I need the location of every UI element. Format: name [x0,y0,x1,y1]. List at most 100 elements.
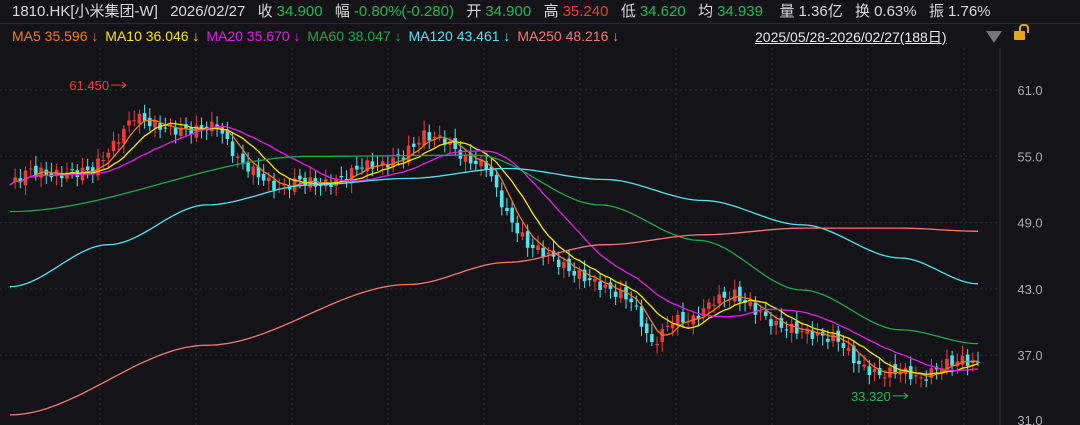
turnover-value: 0.63% [874,3,917,20]
ma-line-ma60 [9,154,979,345]
candle-body [505,207,509,212]
candlestick-chart: 61.0 55.0 49.0 43.0 37.0 31.0 61.450 33.320 [0,48,1043,425]
candle-body [572,270,577,276]
date-range[interactable]: 2025/05/28-2026/02/27(188日) [755,27,946,47]
candle-body [800,330,804,332]
candle-body [738,286,742,302]
candle-body [525,231,530,248]
candle-body [603,284,608,288]
turnover-label: 换 [855,3,871,20]
amplitude-label: 振 [928,3,944,20]
y-tick-label: 61.0 [1017,83,1042,98]
candle-body [251,166,256,175]
annotation-label: 61.450 [69,78,109,93]
candle-body [862,364,866,367]
candle-body [267,177,271,182]
candle-body [163,127,168,129]
unlock-icon[interactable] [1014,24,1029,40]
candle-body [634,305,639,307]
high-value: 35.240 [562,3,609,20]
candle-body [650,334,654,343]
candle-body [298,175,302,180]
candle-body [494,174,499,188]
candle-body [846,347,851,351]
candle-body [70,169,74,171]
candle-body [101,160,105,162]
open-value: 34.900 [485,3,532,20]
candle-body [857,360,861,365]
candle-body [241,153,245,163]
candle-body [531,244,535,249]
candle-body [515,222,520,234]
high-label: 高 [543,3,559,20]
candle-body [28,168,33,170]
volume-value: 1.36亿 [798,3,843,20]
candle-body [665,325,670,327]
candle-body [826,338,830,342]
avg-value: 34.939 [717,3,763,20]
candle-body [748,301,753,306]
candle-body [593,278,597,282]
candle-body [556,259,561,268]
candle-body [230,141,235,157]
candle-body [841,343,846,349]
candle-body [261,173,266,181]
candle-body [422,130,426,146]
candle-body [453,138,457,150]
ma-legend-item: MA20 35.670 ↓ [206,28,305,44]
ma-legend-item: MA250 48.216 ↓ [517,28,620,44]
candle-body [639,306,644,327]
y-tick-label: 43.0 [1017,282,1042,297]
candle-body [272,180,276,191]
candle-body [976,361,980,363]
y-tick-label: 55.0 [1017,149,1042,164]
quote-header: 1810.HK[小米集团-W] 2026/02/27 收 34.900 幅 -0.8… [0,0,1080,24]
candle-body [831,333,835,342]
candle-body [147,117,152,127]
candle-body [127,120,131,126]
candle-body [499,190,504,208]
candle-body [132,120,137,122]
ma-legend-item: MA60 38.047 ↓ [307,28,406,44]
candle-body [965,354,970,366]
candle-body [629,298,633,303]
low-label: 低 [620,3,636,20]
candle-body [235,156,240,158]
candle-body [437,135,442,137]
candle-body [417,142,421,145]
avg-label: 均 [698,3,714,20]
candle-body [546,252,551,255]
close-value: 34.900 [276,3,323,20]
candle-body [867,366,872,376]
candle-body [106,152,111,158]
amplitude-value: 1.76% [947,3,991,20]
candle-body [598,281,602,290]
candle-body [536,245,540,250]
close-label: 收 [257,3,273,20]
candle-body [122,128,126,144]
y-tick-label: 37.0 [1017,348,1042,363]
candle-body [670,323,675,329]
candle-body [914,375,918,377]
candle-body [137,113,142,124]
ma-legend-item: MA10 36.046 ↓ [105,28,204,44]
candle-body [950,355,954,366]
candle-body [707,302,711,309]
candle-body [774,320,778,326]
candle-body [339,175,344,178]
change-value: -0.80%(-0.280) [353,3,454,20]
candle-body [784,329,789,331]
triangle-down-icon[interactable] [986,31,1002,43]
candle-body [562,261,566,269]
symbol: 1810.HK[小米集团-W] [12,3,158,20]
candle-body [360,167,364,169]
ma-legend-item: MA120 43.461 ↓ [408,28,515,44]
candle-body [411,143,416,147]
candle-body [541,247,545,257]
candle-body [681,312,685,323]
candle-body [577,270,582,279]
candle-body [717,294,721,304]
candle-body [732,289,737,302]
y-tick-label: 31.0 [1017,413,1042,425]
open-label: 开 [466,3,482,20]
